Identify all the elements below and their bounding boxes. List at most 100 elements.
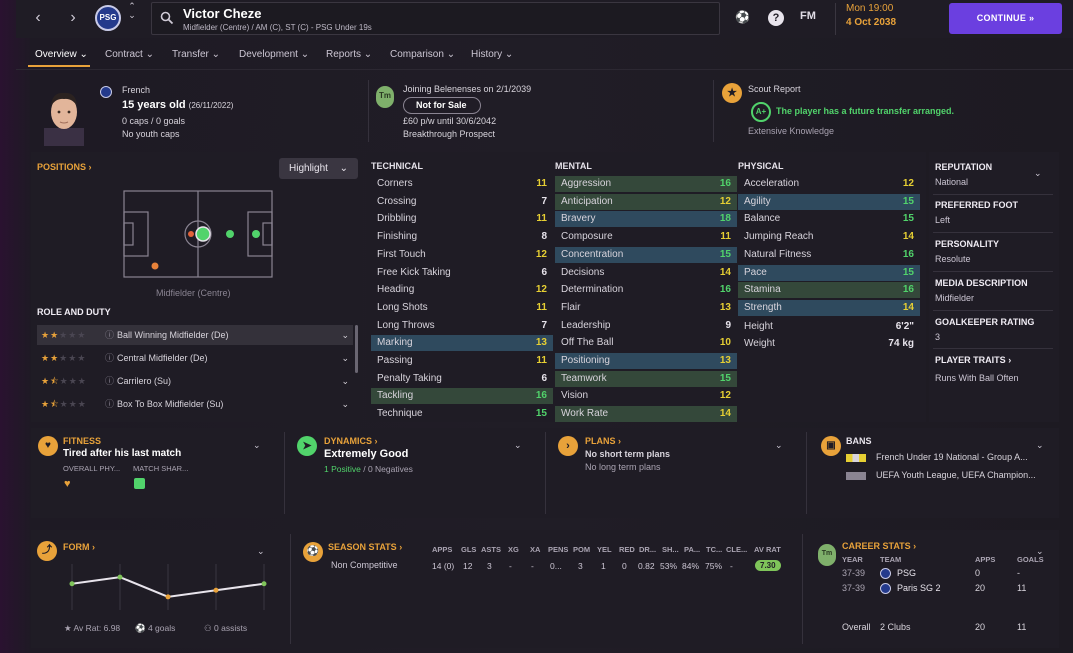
tab-history[interactable]: History ⌄ [471,49,513,60]
form-point[interactable] [261,581,267,587]
attribute-row[interactable]: Long Throws 7 [371,318,553,334]
highlight-dropdown[interactable]: Highlight ⌄ [279,158,358,179]
psg-crest-icon [880,583,891,594]
attribute-row[interactable]: Corners 11 [371,176,553,192]
attribute-row[interactable]: Flair 13 [555,300,737,316]
chevron-down-icon[interactable]: ⌄ [341,325,349,345]
season-col-header: RED [619,545,635,554]
attribute-row[interactable]: Penalty Taking 6 [371,371,553,387]
chevron-down-icon[interactable]: ⌄ [775,440,783,451]
attribute-row[interactable]: Strength 14 [738,299,920,316]
attribute-row[interactable]: Acceleration 12 [738,176,920,192]
season-stats-title[interactable]: SEASON STATS › [328,542,402,552]
tab-contract[interactable]: Contract ⌄ [105,49,154,60]
chevron-down-icon[interactable]: ⌄ [257,546,265,557]
transfer-status-pill[interactable]: Not for Sale [403,97,481,114]
role-row[interactable]: ★★★★★ ⓘ Ball Winning Midfielder (De) ⌄ [37,325,353,345]
attribute-row[interactable]: Aggression 16 [555,176,737,192]
divider [933,194,1053,195]
ball-icon: ⚽ [135,623,146,633]
chevron-down-icon[interactable]: ⌄ [253,440,261,451]
tab-overview[interactable]: Overview ⌄ [35,49,88,60]
role-row[interactable]: ★⯪★★★ ⓘ Box To Box Midfielder (Su) ⌄ [37,394,353,414]
attribute-row[interactable]: Concentration 15 [555,246,737,263]
attribute-row[interactable]: Positioning 13 [555,353,737,369]
role-row[interactable]: ★⯪★★★ ⓘ Carrilero (Su) ⌄ [37,371,353,391]
tab-label: Transfer [172,49,209,60]
career-team[interactable]: PSG [897,568,916,578]
help-icon[interactable]: ? [768,10,784,26]
continue-button[interactable]: CONTINUE » [949,3,1062,34]
attribute-row[interactable]: Finishing 8 [371,229,553,245]
attribute-row[interactable]: Crossing 7 [371,194,553,210]
season-stat-value: 12 [463,561,473,571]
player-search-box[interactable]: Victor Cheze Midfielder (Centre) / AM (C… [151,2,720,35]
ball-icon[interactable]: ⚽ [735,10,750,24]
dynamics-title[interactable]: DYNAMICS › [324,436,378,446]
fitness-title[interactable]: FITNESS [63,436,101,446]
form-point[interactable] [69,581,75,587]
attribute-row[interactable]: Natural Fitness 16 [738,247,920,263]
attribute-row[interactable]: Teamwork 15 [555,370,737,387]
attribute-row[interactable]: Leadership 9 [555,318,737,334]
attribute-row[interactable]: Tackling 16 [371,388,553,405]
attribute-row[interactable]: Determination 16 [555,282,737,298]
chevron-down-icon[interactable]: ⌄ [341,371,349,391]
plans-title[interactable]: PLANS › [585,436,621,446]
attribute-row[interactable]: Anticipation 12 [555,193,737,210]
career-stats-title[interactable]: CAREER STATS › [842,541,916,551]
attribute-row[interactable]: Off The Ball 10 [555,335,737,351]
season-col-header: SH... [662,545,679,554]
fm-menu-icon[interactable]: FM [800,10,816,22]
attribute-row[interactable]: Pace 15 [738,264,920,281]
attribute-row[interactable]: Free Kick Taking 6 [371,265,553,281]
attribute-row[interactable]: Stamina 16 [738,282,920,299]
attribute-row[interactable]: Composure 11 [555,229,737,245]
attribute-name: Positioning [561,355,610,366]
forward-arrow-icon[interactable]: › [63,8,83,28]
form-title[interactable]: FORM › [63,542,95,552]
tab-comparison[interactable]: Comparison ⌄ [390,49,455,60]
technical-header: TECHNICAL [371,161,423,171]
attribute-row[interactable]: Marking 13 [371,335,553,352]
info-icon: ⓘ [105,376,115,386]
career-team[interactable]: Paris SG 2 [897,583,941,593]
chevron-down-icon[interactable]: ⌄ [514,440,522,451]
club-crest-icon[interactable]: PSG [95,5,121,31]
chevron-down-icon[interactable]: ⌄ [341,348,349,368]
attribute-row[interactable]: Bravery 18 [555,211,737,228]
attribute-value: 16 [902,284,914,296]
attribute-row[interactable]: Dribbling 11 [371,211,553,227]
attribute-row[interactable]: Work Rate 14 [555,406,737,423]
role-stars: ★⯪★★★ [41,371,87,391]
form-point[interactable] [117,574,123,580]
up-down-chevron-icon[interactable]: ⌃ ⌄ [122,2,142,22]
tab-reports[interactable]: Reports ⌄ [326,49,372,60]
attribute-row[interactable]: Long Shots 11 [371,300,553,316]
tab-development[interactable]: Development ⌄ [239,49,309,60]
player-traits-label[interactable]: PLAYER TRAITS › [935,355,1011,365]
attribute-row[interactable]: Passing 11 [371,353,553,369]
role-scrollbar[interactable] [355,325,358,373]
attribute-row[interactable]: Jumping Reach 14 [738,229,920,245]
attribute-row[interactable]: Technique 15 [371,406,553,422]
chevron-down-icon[interactable]: ⌄ [1034,168,1042,179]
scout-report-title[interactable]: Scout Report [748,84,801,94]
chevron-down-icon[interactable]: ⌄ [1036,440,1044,451]
role-row[interactable]: ★★★★★ ⓘ Central Midfielder (De) ⌄ [37,348,353,368]
season-col-header: POM [573,545,591,554]
attribute-row[interactable]: First Touch 12 [371,247,553,263]
attribute-value: 14 [902,231,914,243]
chevron-down-icon[interactable]: ⌄ [341,394,349,414]
back-arrow-icon[interactable]: ‹ [28,8,48,28]
tab-transfer[interactable]: Transfer ⌄ [172,49,220,60]
attribute-row[interactable]: Agility 15 [738,193,920,210]
attribute-row[interactable]: Balance 15 [738,211,920,227]
form-point[interactable] [213,587,219,593]
attribute-row[interactable]: Decisions 14 [555,265,737,281]
season-stat-value: 1 [601,561,606,571]
positions-title[interactable]: POSITIONS › [37,162,92,172]
attribute-row[interactable]: Vision 12 [555,388,737,404]
form-point[interactable] [165,594,171,600]
attribute-row[interactable]: Heading 12 [371,282,553,298]
